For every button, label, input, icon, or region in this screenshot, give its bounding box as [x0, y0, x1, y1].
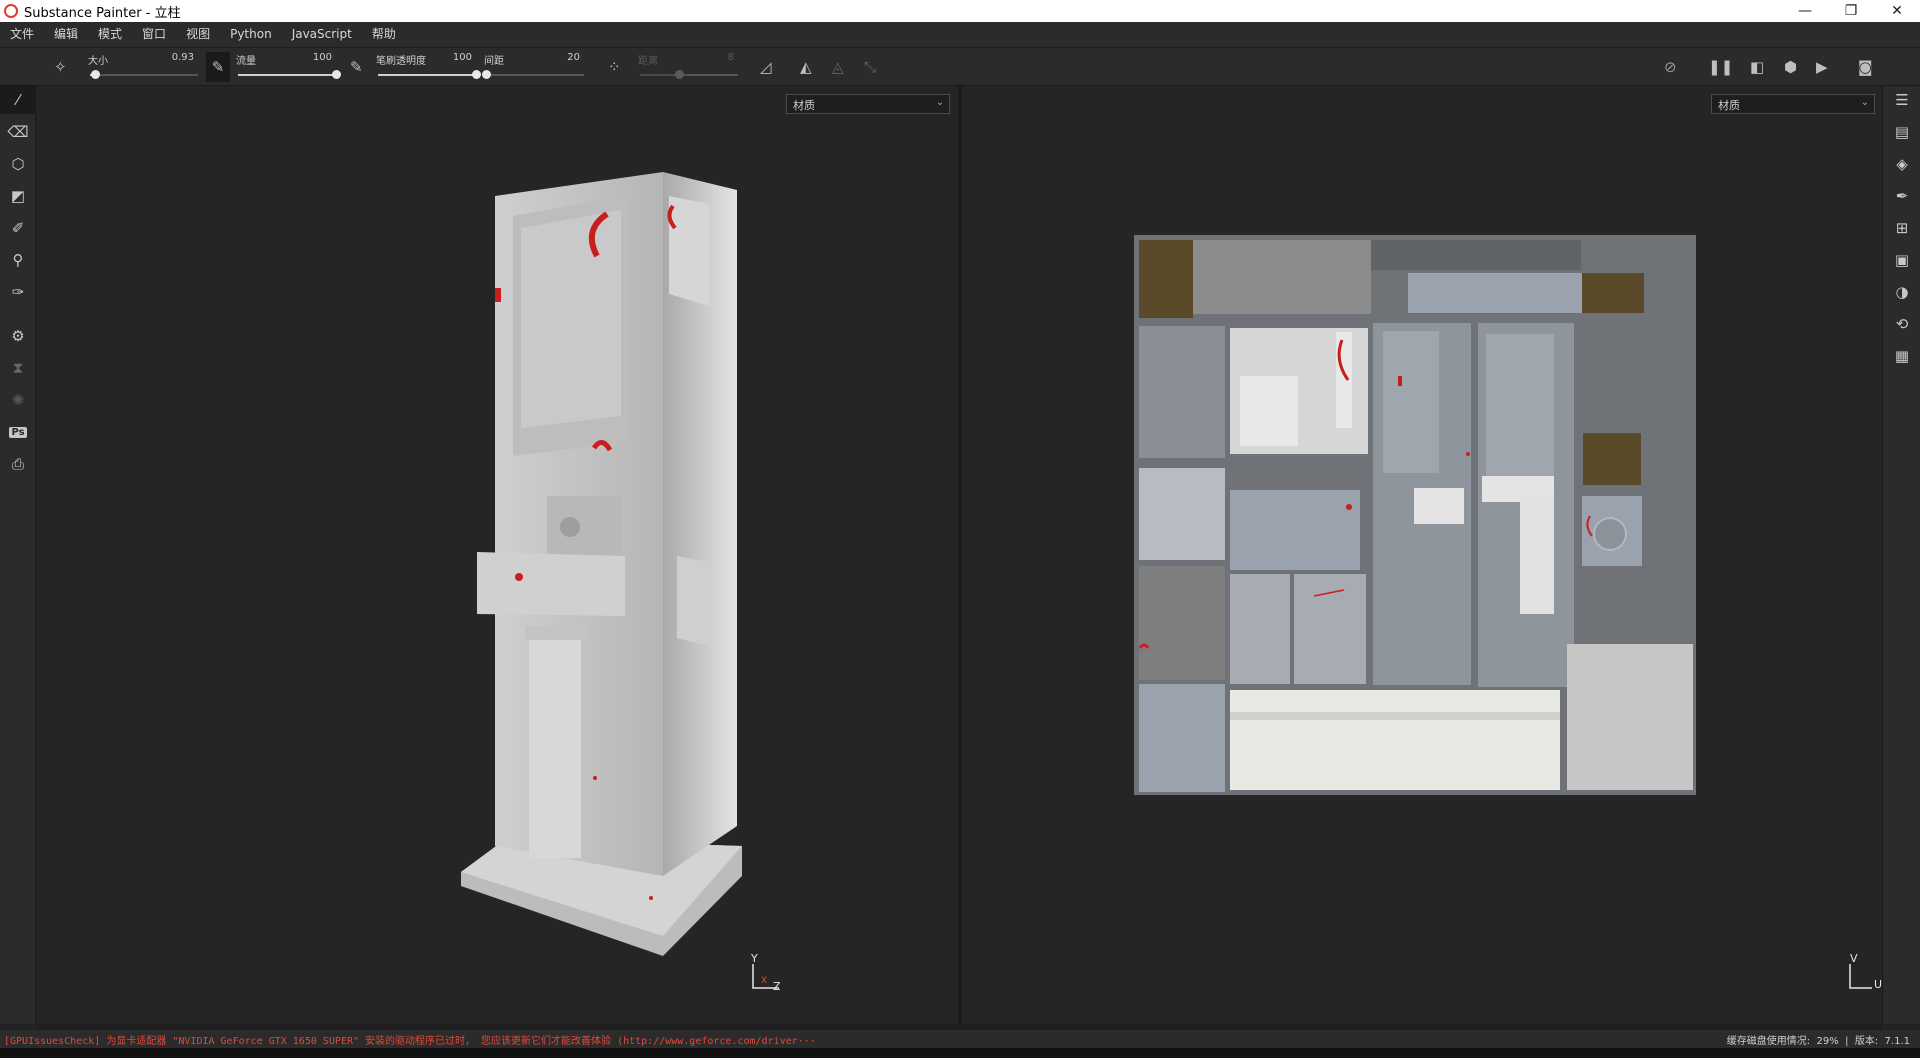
pause-icon[interactable]: ❚❚	[1708, 58, 1733, 76]
axis-gizmo-2d-icon	[1849, 964, 1872, 989]
view-split-icon[interactable]: ◧	[1750, 58, 1764, 76]
polygon-fill-icon[interactable]: ◩	[0, 182, 36, 210]
viewport-2d[interactable]: 材质 ⌄ V U	[962, 86, 1882, 1024]
menu-javascript[interactable]: JavaScript	[282, 22, 362, 47]
right-panel-dock: ☰ ▤ ◈ ✒ ⊞ ▣ ◑ ⟲ ▦	[1882, 86, 1920, 1024]
menu-python[interactable]: Python	[220, 22, 282, 47]
spacing-slider[interactable]: 间距 20	[482, 52, 584, 84]
restore-button[interactable]: ❐	[1828, 0, 1874, 22]
export-icon[interactable]: ⎙	[0, 450, 36, 478]
projection-icon[interactable]: ⬡	[0, 150, 36, 178]
hourglass-icon[interactable]: ⧗	[0, 354, 36, 382]
lazy-mouse-icon[interactable]: ◿	[760, 58, 772, 76]
viewport-3d[interactable]: 材质 ⌄ Y X Z	[37, 86, 958, 1024]
size-label: 大小	[88, 56, 108, 67]
symmetry-icon[interactable]: ◭	[800, 58, 812, 76]
menu-help[interactable]: 帮助	[362, 22, 406, 47]
flow-pressure-icon[interactable]: ✎	[206, 52, 230, 82]
clone-icon[interactable]: ⚲	[0, 246, 36, 274]
tool-properties-bar: ✧ 大小 0.93 ✎ 流量 100 ✎ 笔刷透明度 100 间距 20 ⁘ 距…	[0, 47, 1920, 86]
os-taskbar	[0, 1048, 1920, 1058]
menu-file[interactable]: 文件	[0, 22, 44, 47]
cache-label: 缓存磁盘使用情况:	[1726, 1035, 1811, 1047]
stroke-opacity-knob[interactable]	[472, 70, 481, 79]
flow-knob[interactable]	[332, 70, 341, 79]
shelf-icon[interactable]: ⊞	[1883, 214, 1920, 242]
screenshot-icon[interactable]: ◙	[1858, 58, 1873, 76]
status-info: 缓存磁盘使用情况: 29% | 版本: 7.1.1	[1726, 1035, 1910, 1047]
title-bar: Substance Painter - 立柱 — ❐ ✕	[0, 0, 1920, 22]
jitter-label: 距离	[638, 56, 658, 67]
settings-icon[interactable]: ✺	[0, 386, 36, 414]
size-knob[interactable]	[91, 70, 101, 79]
layers-icon[interactable]: ◈	[1883, 150, 1920, 178]
layers-list-icon[interactable]: ☰	[1883, 86, 1920, 114]
menu-window[interactable]: 窗口	[132, 22, 176, 47]
photoshop-icon[interactable]: Ps	[0, 418, 36, 446]
brush-settings-icon[interactable]: ✒	[1883, 182, 1920, 210]
environment-icon[interactable]: ◑	[1883, 278, 1920, 306]
display-icon[interactable]: ▣	[1883, 246, 1920, 274]
smudge-icon[interactable]: ✐	[0, 214, 36, 242]
menu-edit[interactable]: 编辑	[44, 22, 88, 47]
flow-value[interactable]: 100	[313, 52, 332, 63]
uv-texture-map	[1134, 235, 1696, 795]
log-icon[interactable]: ▦	[1883, 342, 1920, 370]
eraser-icon[interactable]: ⌫	[0, 118, 36, 146]
menu-view[interactable]: 视图	[176, 22, 220, 47]
camera-icon[interactable]: ▶	[1816, 58, 1828, 76]
cache-value: 29%	[1816, 1035, 1839, 1047]
menu-mode[interactable]: 模式	[88, 22, 132, 47]
flow-slider[interactable]: 流量 100	[236, 52, 341, 84]
left-toolbar: ⁄ ⌫ ⬡ ◩ ✐ ⚲ ✑ ⚙ ⧗ ✺ Ps ⎙	[0, 86, 36, 1024]
texture-set-icon[interactable]: ▤	[1883, 118, 1920, 146]
bake-icon[interactable]: ⚙	[0, 322, 36, 350]
jitter-value[interactable]: 8	[728, 52, 734, 63]
opacity-pressure-icon[interactable]: ✎	[350, 58, 363, 76]
close-button[interactable]: ✕	[1874, 0, 1920, 22]
history-icon[interactable]: ⟲	[1883, 310, 1920, 338]
pillar-3d-model	[461, 172, 742, 956]
spacing-label: 间距	[484, 56, 504, 67]
stroke-opacity-value[interactable]: 100	[453, 52, 472, 63]
brush-icon[interactable]: ⁄	[0, 86, 36, 114]
version-label: 版本:	[1854, 1035, 1879, 1047]
stroke-opacity-slider[interactable]: 笔刷透明度 100	[376, 52, 481, 84]
window-title: Substance Painter - 立柱	[24, 5, 181, 21]
version-value: 7.1.1	[1884, 1035, 1910, 1047]
flow-label: 流量	[236, 56, 256, 67]
color-picker-icon[interactable]: ✑	[0, 278, 36, 306]
hide-helpers-icon[interactable]: ⊘	[1664, 58, 1677, 76]
jitter-slider[interactable]: 距离 8	[638, 52, 738, 84]
stroke-opacity-label: 笔刷透明度	[376, 56, 426, 67]
jitter-knob[interactable]	[675, 70, 685, 79]
view-cube-icon[interactable]: ⬢	[1784, 58, 1797, 76]
spacing-value[interactable]: 20	[567, 52, 580, 63]
gpu-warning-message[interactable]: [GPUIssuesCheck] 为显卡适配器 "NVIDIA GeForce …	[0, 1032, 1727, 1047]
menu-bar: 文件 编辑 模式 窗口 视图 Python JavaScript 帮助	[0, 22, 1920, 47]
status-bar: [GPUIssuesCheck] 为显卡适配器 "NVIDIA GeForce …	[0, 1030, 1920, 1048]
symmetry-mode-icon[interactable]: ◬	[832, 58, 844, 76]
axis-gizmo-3d-icon	[752, 964, 779, 989]
transform-icon[interactable]: ⤡	[864, 58, 876, 76]
size-value[interactable]: 0.93	[172, 52, 194, 63]
size-slider[interactable]: 大小 0.93	[88, 52, 198, 84]
brush-preset-icon[interactable]: ✧	[54, 58, 67, 76]
minimize-button[interactable]: —	[1782, 0, 1828, 22]
spacing-knob[interactable]	[482, 70, 491, 79]
jitter-icon[interactable]: ⁘	[608, 58, 621, 76]
app-logo-icon	[4, 4, 18, 18]
